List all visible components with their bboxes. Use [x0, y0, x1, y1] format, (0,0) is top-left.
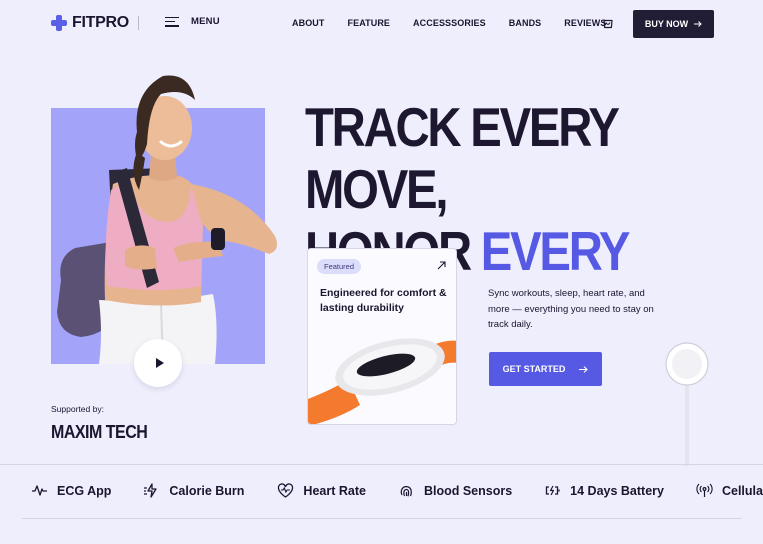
featured-product-card[interactable]: Featured Engineered for comfort & lastin… — [307, 248, 457, 425]
partner-logo-maxim-tech: MAXIM TECH — [51, 423, 148, 443]
battery-charging-icon — [546, 485, 560, 496]
supported-by-label: Supported by: — [51, 404, 104, 414]
menu-button[interactable]: MENU — [165, 16, 220, 27]
feature-label: ECG App — [57, 483, 112, 498]
heart-rate-icon — [278, 483, 294, 498]
fitness-band-image — [308, 338, 456, 424]
cellular-signal-icon — [696, 483, 713, 497]
top-navigation: FITPRO MENU ABOUT FEATURE ACCESSSORIES B… — [0, 0, 763, 48]
hamburger-icon — [165, 16, 179, 27]
feature-label: Calorie Burn — [169, 483, 245, 498]
arrow-up-right-icon[interactable] — [437, 261, 446, 270]
fingerprint-sensor-icon — [400, 486, 412, 497]
nav-link-accessories[interactable]: ACCESSSORIES — [413, 18, 486, 28]
headline-line-1: TRACK EVERY MOVE, — [305, 96, 619, 220]
brand-logo[interactable]: FITPRO — [51, 14, 129, 32]
feature-item-ecg: ECG App — [31, 482, 111, 499]
menu-label: MENU — [191, 16, 220, 27]
feature-label: Blood Sensors — [423, 483, 513, 498]
get-started-button[interactable]: GET STARTED — [489, 352, 602, 386]
hero-description: Sync workouts, sleep, heart rate, and mo… — [488, 288, 654, 330]
feature-strip-bottom-border — [22, 518, 742, 519]
nav-link-feature[interactable]: FEATURE — [348, 18, 391, 28]
feature-label: Heart Rate — [303, 483, 366, 498]
charging-puck-image — [665, 342, 709, 466]
arrow-right-icon — [694, 21, 702, 27]
feature-item-cellular: Cellular — [696, 482, 763, 499]
shopping-bag-icon[interactable] — [602, 17, 614, 29]
feature-list: ECG App Calorie Burn Heart Rate Blood Se… — [31, 482, 763, 499]
get-started-label: GET STARTED — [502, 364, 566, 374]
nav-links: ABOUT FEATURE ACCESSSORIES BANDS REVIEWS — [292, 18, 607, 28]
nav-divider — [138, 16, 139, 30]
featured-badge: Featured — [317, 259, 362, 274]
nav-link-reviews[interactable]: REVIEWS — [564, 18, 606, 28]
feature-label: 14 Days Battery — [570, 483, 664, 498]
ecg-pulse-icon — [32, 485, 47, 496]
nav-link-bands[interactable]: BANDS — [509, 18, 542, 28]
arrow-right-icon — [579, 365, 589, 373]
calorie-burn-icon — [144, 483, 158, 498]
woman-checking-smartwatch-image — [57, 75, 277, 364]
plus-logo-icon — [51, 15, 67, 31]
feature-item-battery: 14 Days Battery — [544, 482, 664, 499]
featured-card-title: Engineered for comfort & lasting durabil… — [320, 287, 447, 314]
feature-label: Cellular — [721, 483, 763, 498]
nav-link-about[interactable]: ABOUT — [292, 18, 325, 28]
feature-item-calorie: Calorie Burn — [143, 482, 244, 499]
feature-strip-top-border — [0, 464, 763, 465]
feature-item-heart-rate: Heart Rate — [277, 482, 366, 499]
play-video-button[interactable] — [134, 339, 182, 387]
feature-item-blood-sensors: Blood Sensors — [398, 482, 512, 499]
brand-name: FITPRO — [72, 14, 129, 31]
buy-now-button[interactable]: BUY NOW — [633, 10, 714, 38]
buy-now-label: BUY NOW — [644, 19, 689, 29]
